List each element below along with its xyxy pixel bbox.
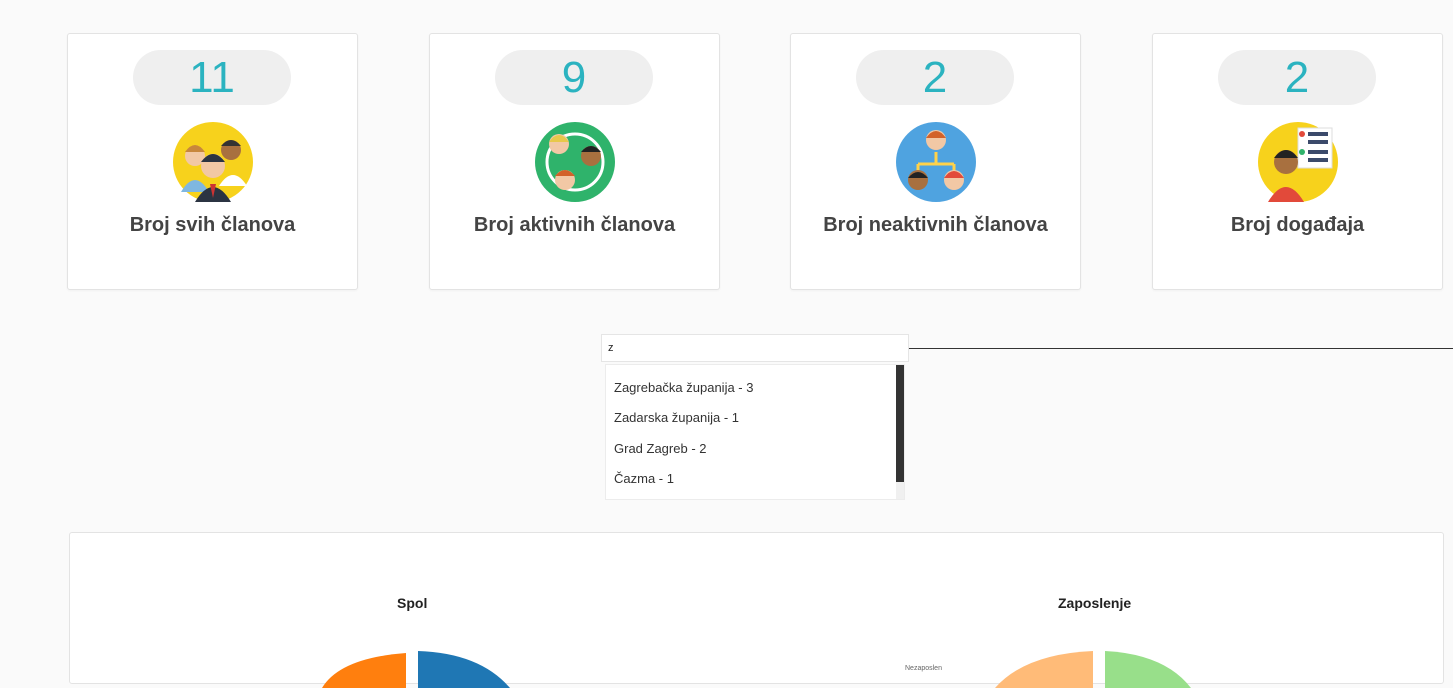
suggestion-item[interactable]: Zadarska županija - 1 xyxy=(614,410,739,425)
group-people-icon xyxy=(173,122,253,202)
charts-panel: Spol Zaposlenje Nezaposlen xyxy=(69,532,1444,688)
events-count: 2 xyxy=(1218,50,1376,105)
gender-pie-chart xyxy=(322,651,510,688)
stat-card-inactive-members: 2 Broj neaktivnih članova xyxy=(790,33,1081,290)
events-list-icon xyxy=(1258,122,1338,202)
employment-slice-green[interactable] xyxy=(1105,651,1191,688)
events-label: Broj događaja xyxy=(1230,214,1365,236)
autocomplete-dropdown: Zagrebačka županija - 3 Zadarska županij… xyxy=(605,364,905,500)
active-members-icon xyxy=(535,122,615,202)
location-search xyxy=(601,334,909,362)
suggestion-item[interactable]: Zagrebačka županija - 3 xyxy=(614,380,753,395)
location-search-input[interactable] xyxy=(601,334,909,362)
suggestion-item[interactable]: Čazma - 1 xyxy=(614,471,674,486)
gender-chart-title: Spol xyxy=(397,595,428,611)
dropdown-scrollbar-thumb[interactable] xyxy=(896,365,904,482)
employment-slice-peach[interactable] xyxy=(995,651,1093,688)
inactive-members-count: 2 xyxy=(856,50,1014,105)
gender-slice-blue[interactable] xyxy=(418,651,510,688)
org-chart-people-icon xyxy=(896,122,976,202)
employment-pie-chart xyxy=(995,651,1191,688)
employment-chart-title: Zaposlenje xyxy=(1058,595,1132,611)
stat-card-all-members: 11 Broj svih članova xyxy=(67,33,358,290)
stat-card-events: 2 Broj događaja xyxy=(1152,33,1443,290)
all-members-label: Broj svih članova xyxy=(129,214,296,236)
inactive-members-label: Broj neaktivnih članova xyxy=(823,214,1048,236)
divider-line xyxy=(909,348,1453,349)
active-members-label: Broj aktivnih članova xyxy=(473,214,676,236)
all-members-count: 11 xyxy=(133,50,291,105)
suggestion-item[interactable]: Grad Zagreb - 2 xyxy=(614,441,707,456)
stat-card-active-members: 9 Broj aktivnih članova xyxy=(429,33,720,290)
gender-slice-orange[interactable] xyxy=(322,653,406,688)
active-members-count: 9 xyxy=(495,50,653,105)
